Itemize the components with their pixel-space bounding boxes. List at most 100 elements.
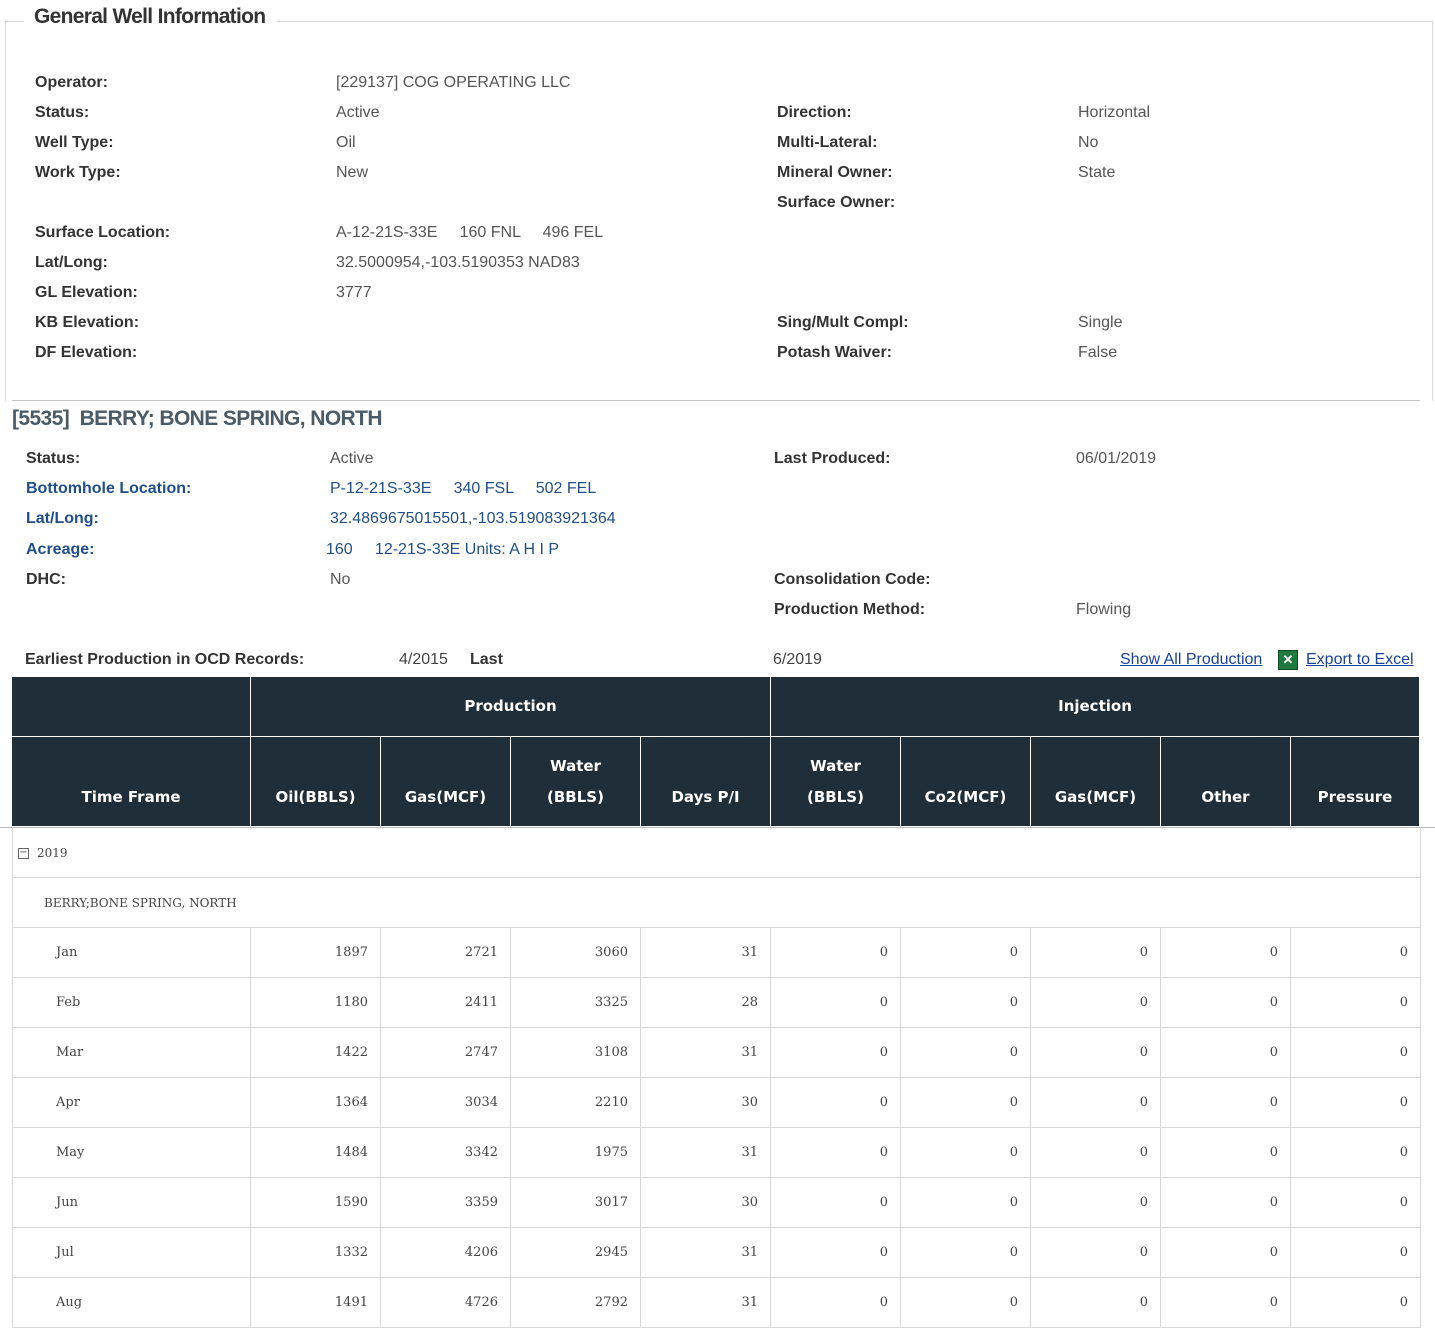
status-label: Status: — [35, 104, 90, 121]
potash-waiver-value: False — [1078, 344, 1118, 361]
header-production: Production — [251, 677, 770, 736]
lat-long-label: Lat/Long: — [35, 254, 108, 271]
row-value-cell: 0 — [901, 1178, 1031, 1228]
row-value-cell: 3034 — [381, 1078, 511, 1128]
column-header-label: Oil(BBLS) — [275, 788, 356, 806]
pool-title: [5535] BERRY; BONE SPRING, NORTH — [12, 407, 383, 430]
row-value-cell: 0 — [1031, 1278, 1161, 1328]
lat-long-value: 32.5000954,-103.5190353 NAD83 — [336, 254, 580, 271]
multi-lateral-label: Multi-Lateral: — [777, 134, 878, 151]
pool-lat-long-value: 32.4869675015501,-103.519083921364 — [330, 510, 616, 527]
row-value-cell: 3359 — [381, 1178, 511, 1228]
row-value-cell: 0 — [901, 1028, 1031, 1078]
column-header-label: Other — [1201, 788, 1250, 806]
general-info-panel — [5, 21, 1433, 401]
row-value-cell: 30 — [641, 1078, 771, 1128]
well-type-label: Well Type: — [35, 134, 114, 151]
row-value-cell: 0 — [1161, 1228, 1291, 1278]
export-to-excel-link[interactable]: Export to Excel — [1306, 651, 1414, 669]
row-value-cell: 31 — [641, 1028, 771, 1078]
row-value-cell: 0 — [1161, 928, 1291, 978]
row-month-cell: May — [12, 1128, 251, 1178]
row-value-cell: 0 — [1031, 978, 1161, 1028]
direction-label: Direction: — [777, 104, 852, 121]
row-value-cell: 2411 — [381, 978, 511, 1028]
production-method-value: Flowing — [1076, 601, 1132, 618]
row-value-cell: 1590 — [251, 1178, 381, 1228]
row-value-cell: 0 — [1291, 1278, 1421, 1328]
row-value-cell: 3108 — [511, 1028, 641, 1078]
row-value-cell: 0 — [771, 1178, 901, 1228]
row-month-cell: Aug — [12, 1278, 251, 1328]
column-header-label: Days P/I — [671, 788, 740, 806]
row-month-cell: Feb — [12, 978, 251, 1028]
df-elevation-label: DF Elevation: — [35, 344, 138, 361]
column-header-inj-water-bbls: Water (BBLS) — [771, 737, 900, 826]
bottomhole-location-value: P-12-21S-33E 340 FSL 502 FEL — [330, 480, 597, 497]
row-value-cell: 0 — [771, 1028, 901, 1078]
header-timeframe-spacer — [12, 677, 250, 736]
row-value-cell: 1332 — [251, 1228, 381, 1278]
section-divider — [12, 400, 1420, 401]
row-value-cell: 1484 — [251, 1128, 381, 1178]
row-value-cell: 3017 — [511, 1178, 641, 1228]
row-value-cell: 3325 — [511, 978, 641, 1028]
column-header-label: Water — [810, 757, 861, 775]
year-group-row: −2019 — [12, 828, 1421, 878]
pool-group-row: BERRY;BONE SPRING, NORTH — [12, 878, 1421, 928]
column-header-label: Gas(MCF) — [1054, 788, 1137, 806]
row-value-cell: 0 — [1031, 1028, 1161, 1078]
row-value-cell: 0 — [771, 1228, 901, 1278]
row-value-cell: 0 — [1291, 978, 1421, 1028]
work-type-label: Work Type: — [35, 164, 121, 181]
row-value-cell: 0 — [771, 1128, 901, 1178]
column-header-time-frame: Time Frame — [12, 737, 250, 826]
column-header-water-bbls: Water (BBLS) — [511, 737, 640, 826]
potash-waiver-label: Potash Waiver: — [777, 344, 892, 361]
row-value-cell: 31 — [641, 1278, 771, 1328]
column-header-gas-mcf: Gas(MCF) — [381, 737, 510, 826]
row-value-cell: 0 — [771, 928, 901, 978]
row-value-cell: 3060 — [511, 928, 641, 978]
work-type-value: New — [336, 164, 369, 181]
row-value-cell: 0 — [901, 1278, 1031, 1328]
row-value-cell: 0 — [1031, 1078, 1161, 1128]
row-month-cell: Jun — [12, 1178, 251, 1228]
injection-group-label: Injection — [1058, 697, 1132, 715]
earliest-production-value: 4/2015 — [399, 651, 448, 668]
mineral-owner-value: State — [1078, 164, 1116, 181]
dhc-label: DHC: — [26, 571, 66, 588]
column-header-inj-gas-mcf: Gas(MCF) — [1031, 737, 1160, 826]
row-value-cell: 30 — [641, 1178, 771, 1228]
row-value-cell: 2945 — [511, 1228, 641, 1278]
row-value-cell: 0 — [1031, 928, 1161, 978]
surface-owner-label: Surface Owner: — [777, 194, 896, 211]
dhc-value: No — [330, 571, 351, 588]
row-value-cell: 2792 — [511, 1278, 641, 1328]
pool-group-label: BERRY;BONE SPRING, NORTH — [44, 896, 237, 910]
last-production-label: Last — [470, 651, 503, 668]
row-value-cell: 1180 — [251, 978, 381, 1028]
bottomhole-location-label: Bottomhole Location: — [26, 480, 192, 497]
row-value-cell: 0 — [1291, 928, 1421, 978]
column-header-label: Co2(MCF) — [924, 788, 1007, 806]
excel-icon[interactable]: ✕ — [1278, 650, 1298, 670]
production-group-label: Production — [464, 697, 557, 715]
row-value-cell: 0 — [901, 1078, 1031, 1128]
row-value-cell: 0 — [1161, 1178, 1291, 1228]
consolidation-code-label: Consolidation Code: — [774, 571, 931, 588]
row-value-cell: 1491 — [251, 1278, 381, 1328]
earliest-production-label: Earliest Production in OCD Records: — [25, 651, 305, 668]
row-month-cell: Apr — [12, 1078, 251, 1128]
collapse-toggle-icon[interactable]: − — [18, 848, 29, 859]
column-header-label: (BBLS) — [547, 788, 604, 806]
show-all-production-link[interactable]: Show All Production — [1120, 651, 1262, 669]
row-value-cell: 1975 — [511, 1128, 641, 1178]
column-header-label: Time Frame — [81, 788, 181, 806]
column-header-co2-mcf: Co2(MCF) — [901, 737, 1030, 826]
row-value-cell: 2721 — [381, 928, 511, 978]
operator-label: Operator: — [35, 74, 108, 91]
well-type-value: Oil — [336, 134, 356, 151]
row-month-cell: Mar — [12, 1028, 251, 1078]
row-value-cell: 0 — [1291, 1078, 1421, 1128]
